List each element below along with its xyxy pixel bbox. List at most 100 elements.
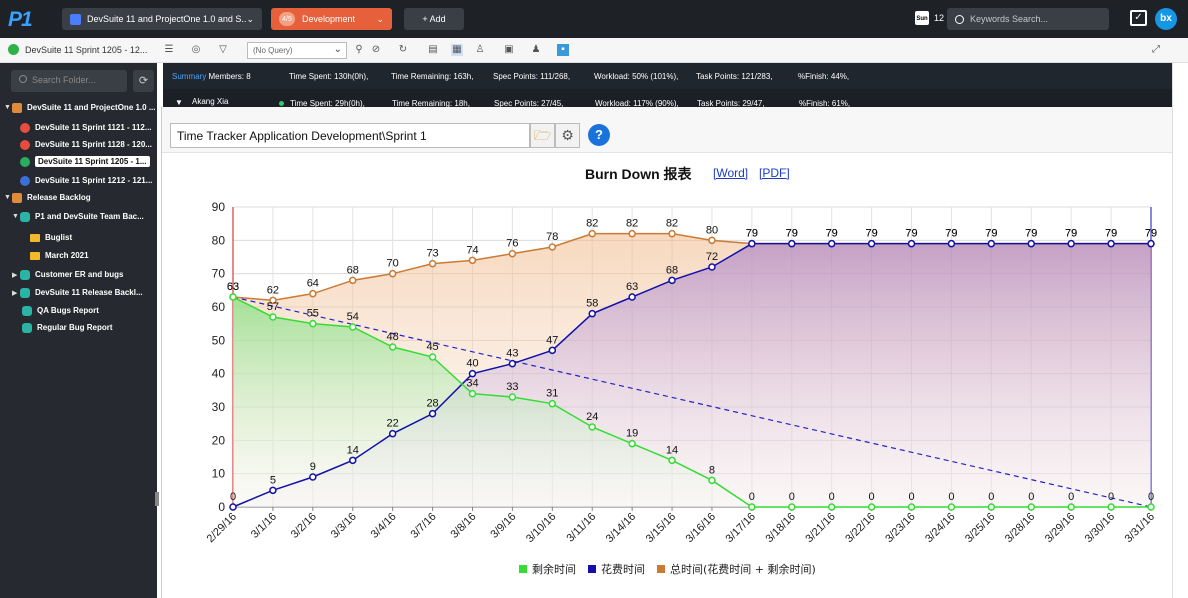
- backlog-icon: [12, 192, 22, 203]
- list-view-icon[interactable]: ▤: [427, 44, 439, 56]
- chevron-down-icon[interactable]: ▼: [175, 98, 183, 107]
- target-icon[interactable]: ◎: [190, 44, 202, 56]
- y-tick-label: 60: [212, 300, 226, 314]
- project-select-label: DevSuite 11 and ProjectOne 1.0 and S...: [87, 14, 247, 24]
- tree-item-project[interactable]: ▼ DevSuite 11 and ProjectOne 1.0 ...: [4, 100, 156, 115]
- fullscreen-icon[interactable]: ⤢: [1150, 44, 1162, 56]
- remaining-point: [269, 313, 277, 321]
- spent-data-label: 28: [426, 398, 438, 410]
- stage-badge: 4/5: [279, 12, 295, 26]
- tree-item-customer-er[interactable]: ▶ Customer ER and bugs: [12, 267, 123, 282]
- spent-point: [229, 503, 237, 511]
- spent-point: [907, 239, 916, 248]
- spent-data-label: 22: [387, 418, 399, 430]
- project-icon: [12, 102, 22, 113]
- stage-select[interactable]: 4/5 Development ⌄: [271, 8, 392, 30]
- total-data-label: 76: [506, 238, 518, 250]
- total-data-label: 80: [706, 224, 718, 236]
- cube-icon: [22, 322, 32, 333]
- spent-point: [748, 239, 756, 248]
- summary-time-remaining: Time Remaining: 163h,: [391, 72, 474, 81]
- tree-item-release-backlog-11[interactable]: ▶ DevSuite 11 Release Backl...: [12, 285, 143, 300]
- remaining-data-label: 0: [1148, 491, 1154, 503]
- tree-item-label: DevSuite 11 Release Backl...: [35, 288, 143, 297]
- keyword-search-input[interactable]: Keywords Search...: [947, 8, 1109, 30]
- tree-item-sprint-1205[interactable]: DevSuite 11 Sprint 1205 - 1...: [20, 154, 150, 169]
- summary-time-spent: Time Spent: 130h(0h),: [289, 72, 369, 81]
- tree-item-qa-bugs[interactable]: QA Bugs Report: [22, 303, 99, 318]
- spent-data-label: 79: [1105, 228, 1117, 240]
- columns-icon[interactable]: ☰: [163, 44, 175, 56]
- folder-icon: [30, 233, 40, 242]
- folder-search-input[interactable]: Search Folder...: [11, 70, 127, 92]
- member-name: Akang Xia: [192, 97, 229, 106]
- total-point: [348, 276, 357, 285]
- folder-search-placeholder: Search Folder...: [32, 75, 96, 85]
- remaining-data-label: 0: [1108, 491, 1114, 503]
- sprint-breadcrumb[interactable]: DevSuite 11 Sprint 1205 - 12...: [8, 44, 147, 55]
- project-cube-icon: [70, 13, 81, 25]
- remaining-data-label: 54: [347, 311, 359, 323]
- avatar[interactable]: bx: [1155, 8, 1177, 30]
- legend-label: 剩余时间: [532, 562, 576, 576]
- report-icon[interactable]: ▪: [557, 44, 569, 56]
- total-data-label: 62: [267, 284, 279, 296]
- cube-icon: [22, 305, 32, 316]
- tree-item-label: Buglist: [45, 233, 73, 242]
- legend-label: 总时间(花费时间 + 剩余时间): [670, 562, 816, 576]
- search-icon[interactable]: ⚲: [353, 44, 365, 56]
- x-tick-label: 3/28/16: [1003, 511, 1037, 545]
- grid-view-icon[interactable]: ▦: [451, 44, 463, 56]
- task-check-icon[interactable]: ✓: [1130, 10, 1147, 26]
- spent-data-label: 58: [586, 298, 598, 310]
- tree-item-buglist[interactable]: Buglist: [30, 230, 72, 245]
- report-panel: Time Tracker Application Development\Spr…: [161, 107, 1173, 598]
- tree-item-sprint-1121[interactable]: DevSuite 11 Sprint 1121 - 112...: [20, 120, 152, 135]
- calendar-view-icon[interactable]: ▣: [503, 44, 515, 56]
- total-data-label: 64: [307, 278, 319, 290]
- query-select-label: (No Query): [253, 46, 293, 55]
- project-select[interactable]: DevSuite 11 and ProjectOne 1.0 and S... …: [62, 8, 262, 30]
- remaining-point: [1067, 503, 1075, 511]
- user-icon[interactable]: ♙: [474, 44, 486, 56]
- summary-label: Summary Members: 8: [172, 72, 251, 81]
- tree-item-march-2021[interactable]: March 2021: [30, 248, 89, 263]
- add-button[interactable]: + Add: [404, 8, 464, 30]
- sprint-icon: [20, 175, 30, 186]
- member-bar[interactable]: ▼ Akang Xia Time Spent: 29h(0h), Time Re…: [163, 89, 1172, 108]
- x-tick-label: 3/18/16: [763, 511, 797, 545]
- summary-members: Members: 8: [208, 72, 251, 81]
- tree-item-team-backlog[interactable]: ▼ P1 and DevSuite Team Bac...: [12, 209, 144, 224]
- right-scroll-strip: [1172, 63, 1188, 598]
- tree-item-label: DevSuite 11 Sprint 1212 - 121...: [35, 176, 153, 185]
- clear-icon[interactable]: ⊘: [370, 44, 382, 56]
- chevron-down-icon: ▼: [12, 213, 19, 220]
- spent-data-label: 68: [666, 264, 678, 276]
- remaining-point: [309, 319, 317, 328]
- tree-item-release-backlog[interactable]: ▼ Release Backlog: [4, 190, 91, 205]
- tree-item-label: Customer ER and bugs: [35, 270, 124, 279]
- spent-point: [947, 239, 956, 248]
- tree-item-sprint-1212[interactable]: DevSuite 11 Sprint 1212 - 121...: [20, 173, 152, 188]
- team-icon[interactable]: ♟: [530, 44, 542, 56]
- app-logo[interactable]: P1: [8, 8, 33, 32]
- total-point: [388, 269, 397, 278]
- tree-item-sprint-1128[interactable]: DevSuite 11 Sprint 1128 - 120...: [20, 137, 152, 152]
- spent-data-label: 0: [230, 491, 236, 503]
- remaining-data-label: 0: [948, 491, 954, 503]
- refresh-icon[interactable]: ↻: [397, 44, 409, 56]
- refresh-button[interactable]: ⟳: [133, 70, 154, 92]
- x-tick-label: 3/17/16: [724, 511, 758, 545]
- calendar-icon[interactable]: Sun: [915, 11, 929, 25]
- sidebar-collapse-handle[interactable]: [155, 492, 159, 506]
- chevron-right-icon: ▶: [12, 289, 18, 297]
- tree-item-regular-bug[interactable]: Regular Bug Report: [22, 320, 113, 335]
- x-tick-label: 3/23/16: [883, 511, 917, 545]
- x-tick-label: 3/10/16: [524, 511, 558, 545]
- remaining-point: [428, 353, 437, 361]
- spent-point: [428, 409, 437, 418]
- x-tick-label: 3/22/16: [843, 511, 877, 545]
- query-select[interactable]: (No Query) ⌄: [247, 42, 347, 59]
- spent-data-label: 47: [546, 334, 558, 346]
- filter-icon[interactable]: ▽: [217, 44, 229, 56]
